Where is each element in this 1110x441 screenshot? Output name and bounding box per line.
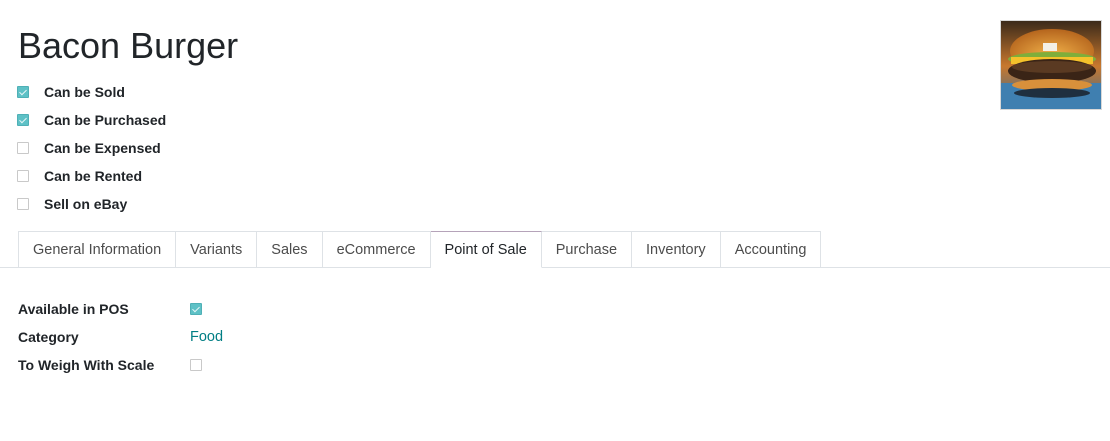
option-sell-on-ebay: Sell on eBay: [17, 190, 166, 218]
can-be-expensed-label: Can be Expensed: [44, 140, 161, 156]
can-be-sold-label: Can be Sold: [44, 84, 125, 100]
option-can-be-rented: Can be Rented: [17, 162, 166, 190]
product-form: Bacon Burger Can be Sold Can be Purchase…: [0, 0, 1110, 441]
tab-purchase[interactable]: Purchase: [541, 231, 633, 268]
category-link[interactable]: Food: [190, 329, 223, 345]
can-be-purchased-label: Can be Purchased: [44, 112, 167, 128]
available-in-pos-label: Available in POS: [18, 301, 129, 317]
tab-inventory[interactable]: Inventory: [632, 231, 721, 268]
can-be-expensed-checkbox[interactable]: [17, 142, 29, 154]
notebook-tabs: General Information Variants Sales eComm…: [18, 231, 822, 268]
product-options: Can be Sold Can be Purchased Can be Expe…: [17, 78, 166, 218]
pos-fields: Available in POS Category Food To Weigh …: [18, 295, 223, 379]
sell-on-ebay-checkbox[interactable]: [17, 198, 29, 210]
tab-ecommerce[interactable]: eCommerce: [322, 231, 431, 268]
product-title[interactable]: Bacon Burger: [18, 24, 238, 68]
product-image[interactable]: [1000, 20, 1102, 110]
category-label: Category: [18, 329, 79, 345]
tab-point-of-sale[interactable]: Point of Sale: [430, 231, 542, 268]
available-in-pos-checkbox[interactable]: [190, 303, 202, 315]
to-weigh-with-scale-label: To Weigh With Scale: [18, 357, 155, 373]
option-can-be-expensed: Can be Expensed: [17, 134, 166, 162]
can-be-rented-checkbox[interactable]: [17, 170, 29, 182]
burger-photo-image: [1001, 21, 1101, 109]
tab-general-information[interactable]: General Information: [18, 231, 177, 268]
tab-sales[interactable]: Sales: [257, 231, 323, 268]
category-row: Category Food: [18, 323, 223, 351]
to-weigh-with-scale-checkbox[interactable]: [190, 359, 202, 371]
option-can-be-sold: Can be Sold: [17, 78, 166, 106]
to-weigh-with-scale-row: To Weigh With Scale: [18, 351, 223, 379]
can-be-purchased-checkbox[interactable]: [17, 114, 29, 126]
available-in-pos-row: Available in POS: [18, 295, 223, 323]
tab-variants[interactable]: Variants: [176, 231, 258, 268]
can-be-rented-label: Can be Rented: [44, 168, 143, 184]
option-can-be-purchased: Can be Purchased: [17, 106, 166, 134]
tab-accounting[interactable]: Accounting: [720, 231, 822, 268]
can-be-sold-checkbox[interactable]: [17, 86, 29, 98]
sell-on-ebay-label: Sell on eBay: [44, 196, 128, 212]
